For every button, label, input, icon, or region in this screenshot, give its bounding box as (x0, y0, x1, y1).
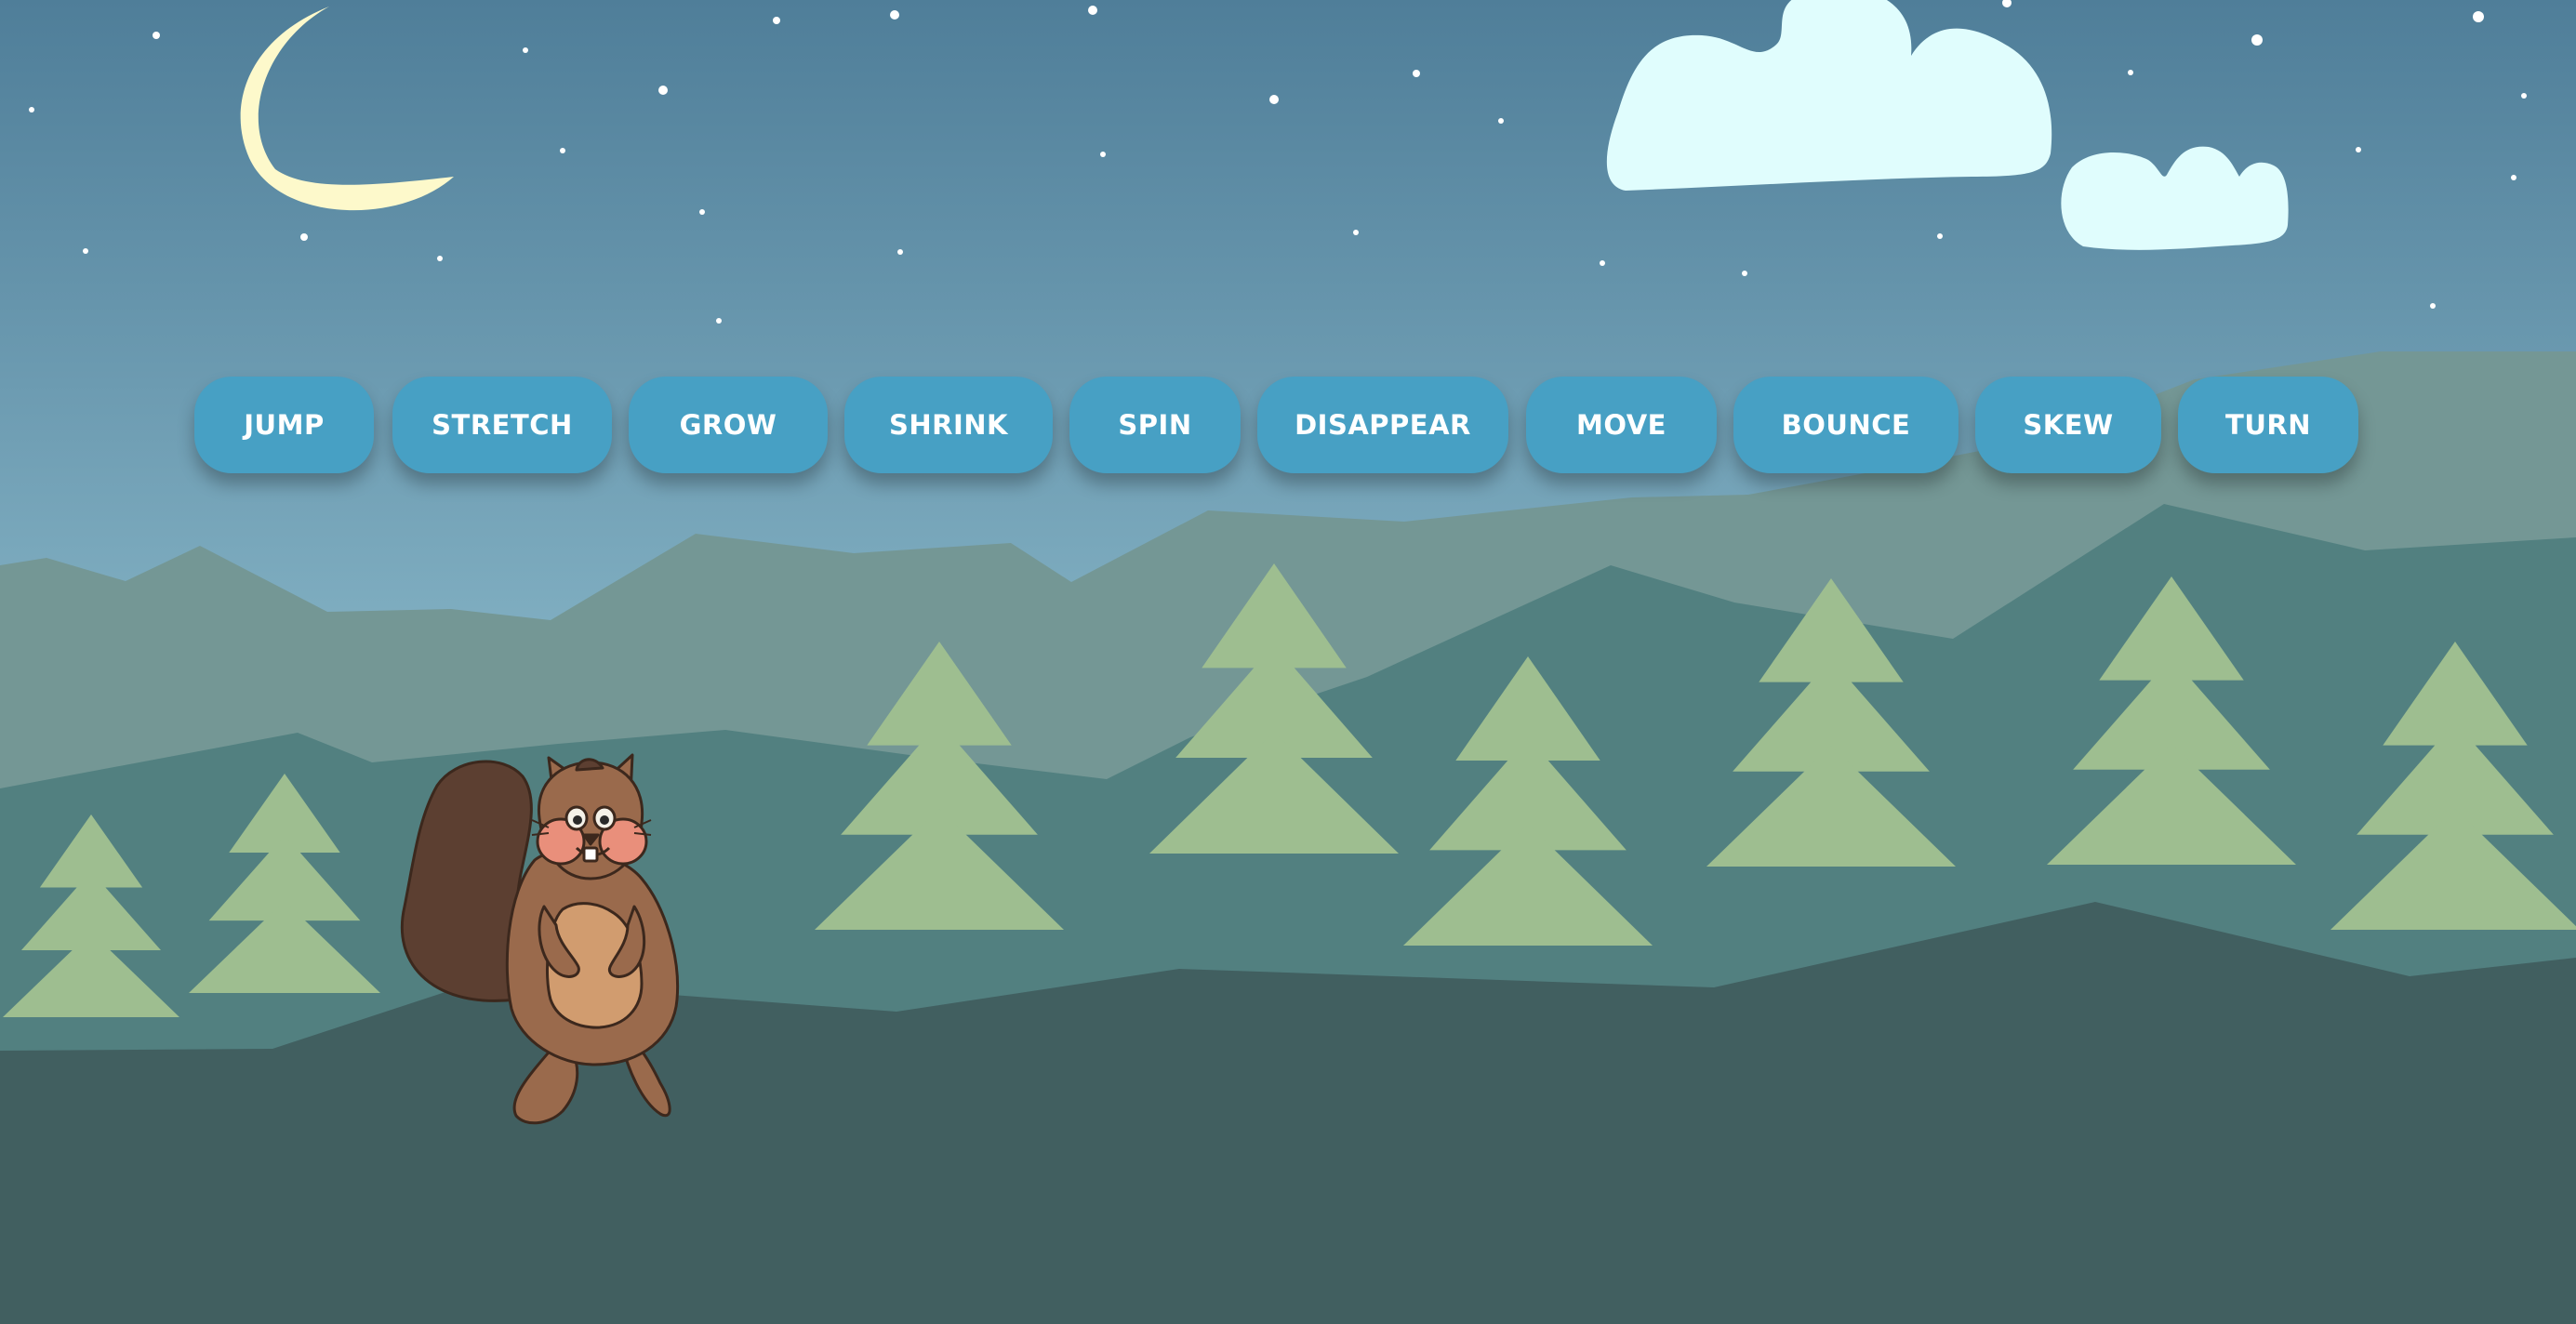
star-icon (560, 148, 565, 153)
skew-button[interactable]: SKEW (1975, 377, 2161, 473)
stretch-button[interactable]: STRETCH (392, 377, 612, 473)
star-icon (300, 233, 308, 241)
star-icon (29, 107, 34, 113)
star-icon (773, 17, 780, 24)
game-scene: JUMP STRETCH GROW SHRINK SPIN DISAPPEAR … (0, 0, 2576, 1324)
star-icon (2430, 303, 2436, 309)
star-icon (2251, 34, 2263, 46)
star-icon (2511, 175, 2516, 180)
star-icon (2473, 11, 2484, 22)
jump-button[interactable]: JUMP (194, 377, 374, 473)
shrink-button[interactable]: SHRINK (844, 377, 1053, 473)
squirrel-teeth (582, 846, 599, 863)
disappear-button[interactable]: DISAPPEAR (1257, 377, 1508, 473)
star-icon (1937, 233, 1943, 239)
star-icon (1353, 230, 1359, 235)
spin-button[interactable]: SPIN (1069, 377, 1241, 473)
move-button[interactable]: MOVE (1526, 377, 1717, 473)
star-icon (2356, 147, 2361, 152)
star-icon (699, 209, 705, 215)
star-icon (153, 32, 160, 39)
star-icon (716, 318, 722, 324)
star-icon (890, 10, 899, 20)
scene-background (0, 0, 2576, 1324)
star-icon (1269, 95, 1279, 104)
star-icon (1498, 118, 1504, 124)
star-icon (437, 256, 443, 261)
star-icon (1100, 152, 1106, 157)
grow-button[interactable]: GROW (629, 377, 828, 473)
star-icon (658, 86, 668, 95)
star-icon (83, 248, 88, 254)
star-icon (2128, 70, 2133, 75)
star-icon (2521, 93, 2527, 99)
star-icon (1413, 70, 1420, 77)
bounce-button[interactable]: BOUNCE (1733, 377, 1959, 473)
star-icon (1742, 271, 1747, 276)
star-icon (1600, 260, 1605, 266)
star-icon (897, 249, 903, 255)
star-icon (523, 47, 528, 53)
turn-button[interactable]: TURN (2178, 377, 2358, 473)
star-icon (1088, 6, 1097, 15)
